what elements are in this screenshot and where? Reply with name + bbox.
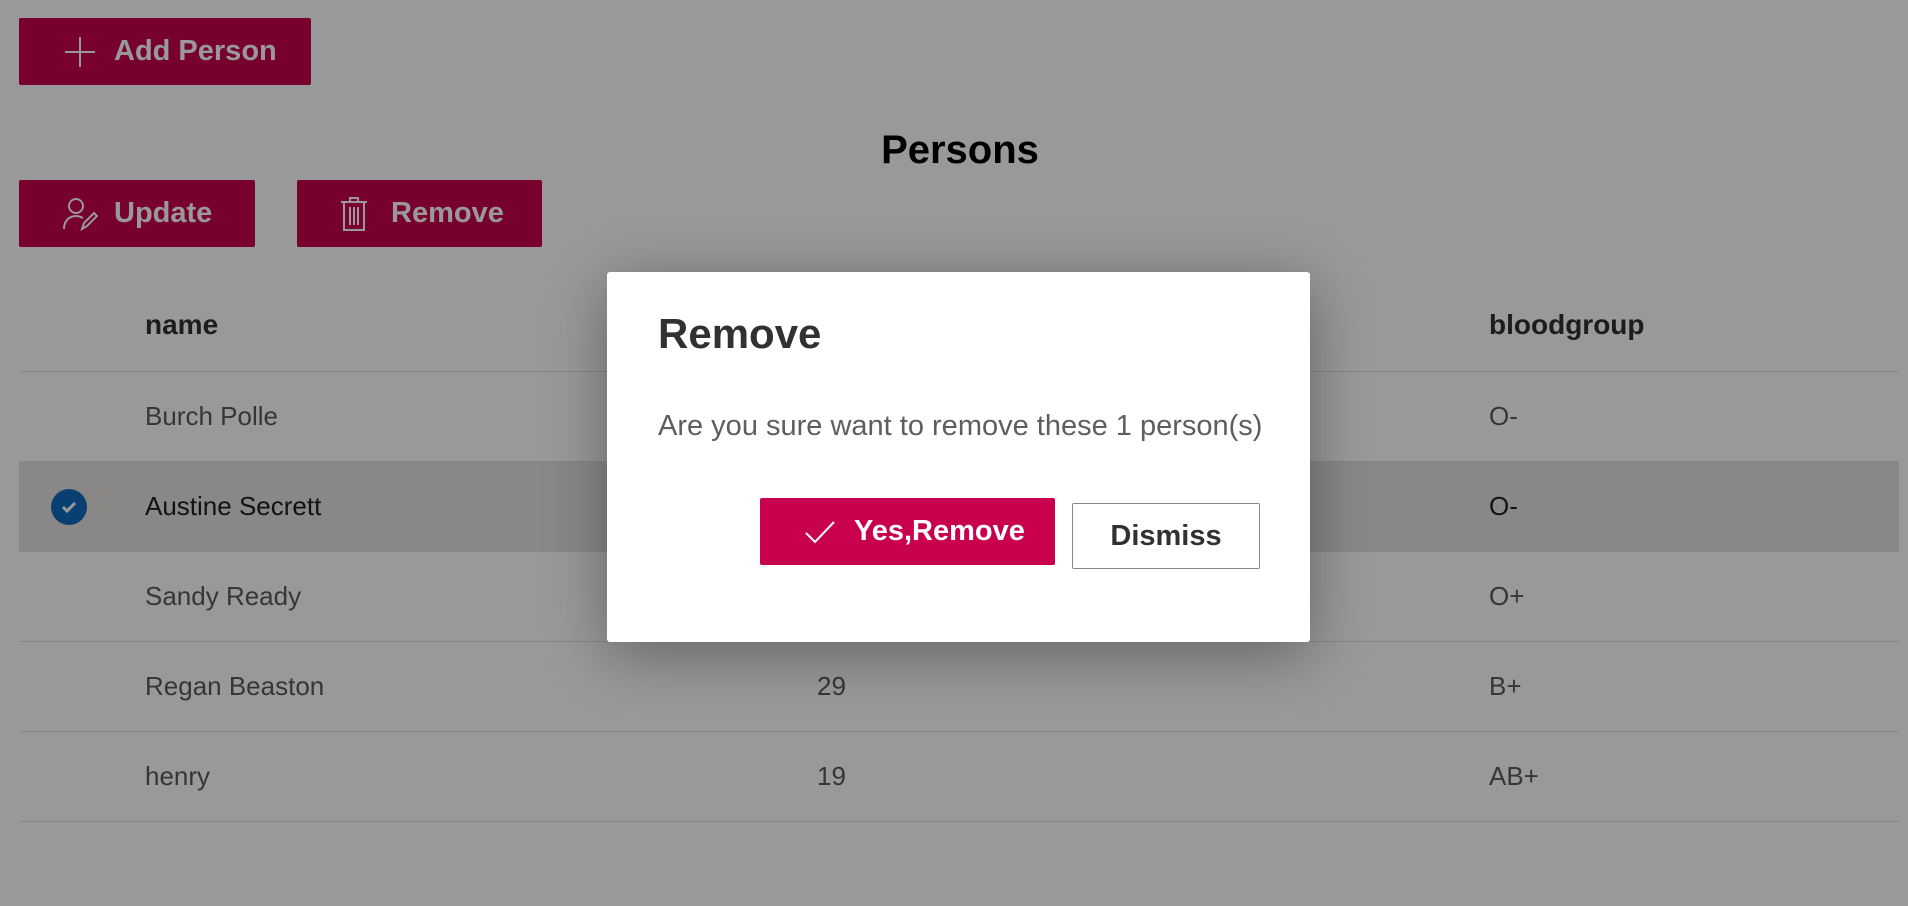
- dialog-message: Are you sure want to remove these 1 pers…: [658, 410, 1263, 442]
- remove-dialog: Remove Are you sure want to remove these…: [607, 272, 1310, 642]
- confirm-remove-button[interactable]: Yes,Remove: [760, 498, 1055, 565]
- confirm-remove-label: Yes,Remove: [854, 515, 1025, 547]
- page: Add Person Persons Update Remove name bl…: [0, 0, 1908, 906]
- dialog-title: Remove: [658, 310, 822, 357]
- dismiss-button[interactable]: Dismiss: [1072, 503, 1260, 569]
- checkmark-icon: [802, 514, 838, 550]
